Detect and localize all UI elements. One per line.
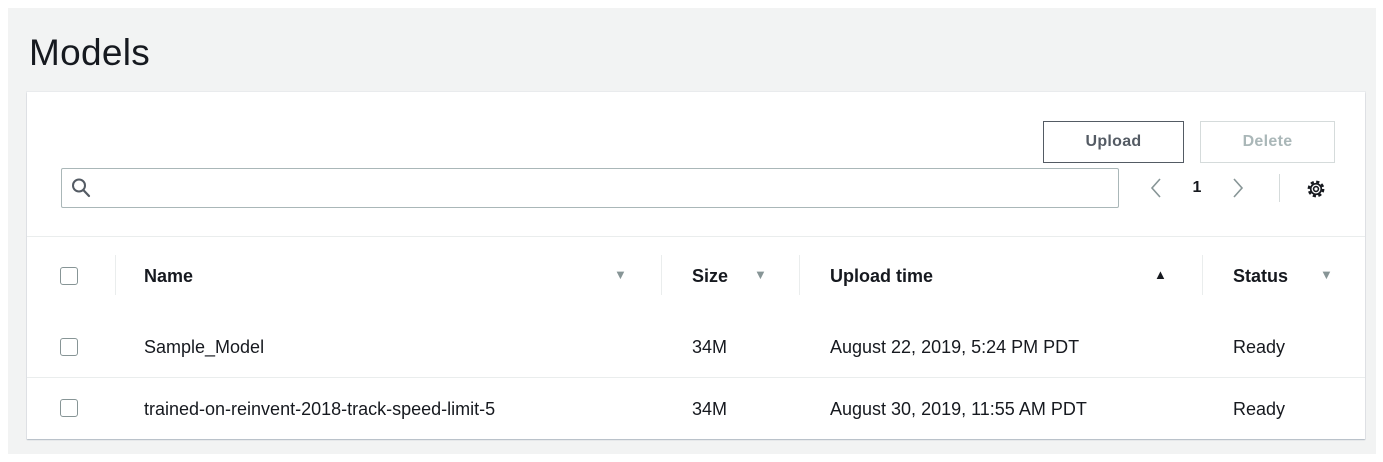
model-upload-time: August 22, 2019, 5:24 PM PDT [830, 337, 1080, 357]
table-header-row: Name ▼ Size ▼ Upload time ▲ Status ▼ [27, 237, 1365, 316]
model-size: 34M [692, 398, 728, 419]
chevron-left-icon [1150, 178, 1161, 198]
search-icon [72, 178, 91, 198]
column-header-upload-time[interactable]: Upload time [830, 237, 933, 316]
upload-button[interactable]: Upload [1043, 121, 1184, 163]
search-box [61, 168, 1119, 208]
column-header-status[interactable]: Status [1233, 237, 1288, 316]
gear-icon[interactable] [1305, 178, 1327, 200]
column-header-size[interactable]: Size [692, 237, 728, 316]
model-status: Ready [1233, 398, 1286, 419]
row-checkbox[interactable] [60, 338, 78, 356]
caret-down-icon[interactable]: ▼ [614, 267, 627, 282]
column-separator [661, 255, 662, 295]
model-name[interactable]: Sample_Model [144, 318, 264, 377]
models-table-panel: Upload Delete 1 Name ▼ Size ▼ Upload tim… [27, 92, 1365, 439]
caret-down-icon[interactable]: ▼ [1320, 267, 1333, 282]
caret-up-icon[interactable]: ▲ [1154, 267, 1167, 282]
page-title: Models [29, 32, 151, 73]
chevron-right-icon [1233, 178, 1244, 198]
table-row[interactable]: trained-on-reinvent-2018-track-speed-lim… [27, 379, 1365, 439]
caret-down-icon[interactable]: ▼ [754, 267, 767, 282]
search-input[interactable] [98, 171, 1114, 205]
table-row[interactable]: Sample_Model 34M August 22, 2019, 5:24 P… [27, 318, 1365, 378]
current-page-number[interactable]: 1 [1190, 168, 1204, 208]
next-page-button[interactable] [1225, 168, 1251, 208]
column-separator [1202, 255, 1203, 295]
select-all-checkbox[interactable] [60, 267, 78, 285]
pagination-divider [1279, 174, 1280, 202]
model-name[interactable]: trained-on-reinvent-2018-track-speed-lim… [144, 379, 495, 439]
column-header-name[interactable]: Name [144, 237, 193, 316]
previous-page-button[interactable] [1143, 168, 1169, 208]
delete-button[interactable]: Delete [1200, 121, 1335, 163]
model-size: 34M [692, 337, 728, 357]
model-status: Ready [1233, 337, 1286, 357]
column-separator [799, 255, 800, 295]
column-separator [115, 255, 116, 295]
row-checkbox[interactable] [60, 399, 78, 417]
model-upload-time: August 30, 2019, 11:55 AM PDT [830, 398, 1087, 419]
